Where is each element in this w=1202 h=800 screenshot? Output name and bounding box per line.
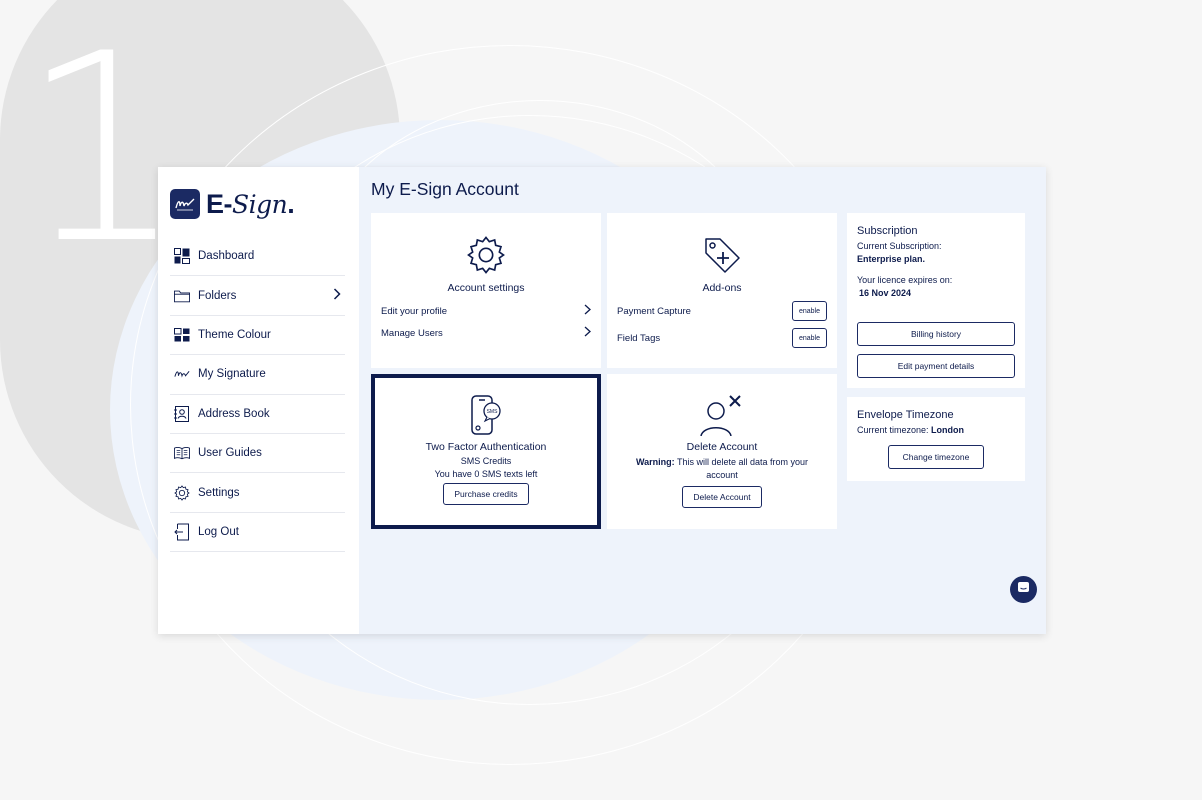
chevron-right-icon [584, 326, 591, 340]
theme-icon [174, 327, 190, 343]
licence-expiry-value: 16 Nov 2024 [859, 288, 912, 298]
addons-card: Add-ons Payment Capture enable Field Tag… [607, 213, 837, 368]
sidebar-item-dashboard[interactable]: Dashboard [170, 237, 345, 277]
subscription-label: Current Subscription: [857, 241, 942, 251]
sidebar-item-address-book[interactable]: Address Book [170, 395, 345, 434]
sidebar-item-user-guides[interactable]: User Guides [170, 434, 345, 474]
enable-payment-capture-button[interactable]: enable [791, 301, 827, 321]
billing-history-button[interactable]: Billing history [857, 322, 1015, 346]
account-settings-card: Account settings Edit your profile Manag… [371, 213, 601, 368]
signature-icon [174, 366, 190, 382]
tag-plus-icon [702, 235, 742, 280]
manage-users-link[interactable]: Manage Users [371, 326, 601, 340]
subscription-card: Subscription Current Subscription: Enter… [847, 213, 1025, 388]
dashboard-icon [174, 248, 190, 265]
delete-account-card: Delete Account Warning: This will delete… [607, 374, 837, 529]
purchase-credits-button[interactable]: Purchase credits [443, 483, 529, 505]
two-factor-title: Two Factor Authentication [425, 441, 547, 453]
logo[interactable]: E-Sign. [170, 187, 345, 221]
book-icon [174, 445, 190, 461]
licence-expiry-label: Your licence expires on: [857, 275, 953, 285]
sidebar-item-label: Theme Colour [198, 328, 271, 341]
sidebar-item-label: Folders [198, 289, 237, 302]
addon-label: Field Tags [617, 332, 661, 344]
addons-title: Add-ons [702, 282, 742, 294]
address-book-icon [174, 405, 190, 422]
chevron-right-icon [584, 304, 591, 318]
gear-icon [174, 484, 190, 501]
sidebar-item-my-signature[interactable]: My Signature [170, 355, 345, 395]
edit-profile-link[interactable]: Edit your profile [371, 304, 601, 318]
subscription-value: Enterprise plan. [857, 254, 926, 264]
addon-row: Payment Capture enable [607, 300, 837, 322]
logo-text: E-Sign. [206, 188, 295, 219]
change-timezone-button[interactable]: Change timezone [887, 445, 985, 469]
sidebar-item-theme-colour[interactable]: Theme Colour [170, 316, 345, 356]
logout-icon [174, 523, 190, 541]
sidebar-item-log-out[interactable]: Log Out [170, 513, 345, 553]
timezone-title: Envelope Timezone [857, 409, 954, 421]
sms-remaining-text: You have 0 SMS texts left [434, 469, 538, 479]
user-remove-icon [698, 394, 746, 441]
folder-icon [174, 288, 190, 304]
sidebar-item-label: User Guides [198, 447, 262, 460]
account-settings-title: Account settings [447, 282, 525, 294]
timezone-current: Current timezone: London [857, 425, 965, 435]
delete-account-button[interactable]: Delete Account [682, 486, 762, 508]
addon-label: Payment Capture [617, 305, 691, 317]
chat-icon [1017, 581, 1030, 599]
main-panel: My E-Sign Account Account settings Edit … [359, 167, 1046, 634]
delete-warning: Warning: This will delete all data from … [635, 457, 809, 480]
timezone-card: Envelope Timezone Current timezone: Lond… [847, 397, 1025, 481]
addon-row: Field Tags enable [607, 327, 837, 349]
page-title: My E-Sign Account [371, 179, 519, 199]
sidebar-item-label: Address Book [198, 407, 270, 420]
phone-sms-icon: SMS [468, 394, 504, 441]
sidebar-item-label: My Signature [198, 368, 266, 381]
gear-icon [466, 235, 506, 280]
chat-button[interactable] [1010, 576, 1037, 603]
sms-credits-label: SMS Credits [460, 456, 512, 466]
sidebar-item-label: Log Out [198, 525, 239, 538]
two-factor-card: SMS Two Factor Authentication SMS Credit… [371, 374, 601, 529]
sidebar-item-label: Dashboard [198, 250, 255, 263]
pen-signature-logo-icon [170, 189, 200, 219]
delete-account-title: Delete Account [686, 441, 758, 453]
app-window: E-Sign. Dashboard Folders Theme Colour M… [158, 167, 1046, 634]
edit-payment-details-button[interactable]: Edit payment details [857, 354, 1015, 378]
enable-field-tags-button[interactable]: enable [791, 328, 827, 348]
chevron-right-icon [333, 288, 341, 303]
svg-text:SMS: SMS [487, 409, 499, 415]
sidebar: E-Sign. Dashboard Folders Theme Colour M… [158, 167, 359, 634]
sidebar-item-folders[interactable]: Folders [170, 276, 345, 316]
sidebar-item-settings[interactable]: Settings [170, 473, 345, 513]
sidebar-item-label: Settings [198, 486, 240, 499]
subscription-title: Subscription [857, 225, 918, 237]
